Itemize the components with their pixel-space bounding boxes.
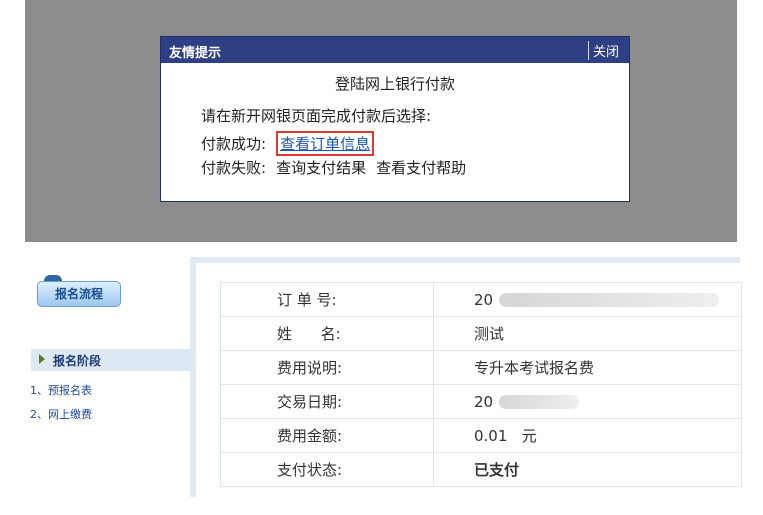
- dialog-title: 友情提示: [169, 46, 222, 61]
- order-info-table: 订 单 号: 20 姓 名: 测试 费用说明: 专升本考试报名费 交易日期: 2…: [220, 282, 742, 487]
- query-result-link[interactable]: 查询支付结果: [276, 159, 366, 177]
- dialog-instruction: 请在新开网银页面完成付款后选择:: [201, 107, 432, 125]
- name-label: 姓 名:: [220, 316, 434, 351]
- redacted-blur: [499, 395, 580, 409]
- table-row: 支付状态: 已支付: [220, 452, 742, 487]
- registration-flow-button[interactable]: 报名流程: [37, 281, 121, 307]
- fee-amount-value: 0.01 元: [433, 418, 742, 453]
- success-row: 付款成功: 查看订单信息: [201, 131, 375, 156]
- order-number-value: 20: [433, 282, 742, 317]
- highlight-box: 查看订单信息: [276, 131, 375, 156]
- arrow-right-icon: [39, 354, 45, 364]
- table-row: 姓 名: 测试: [220, 316, 742, 351]
- fee-description-value: 专升本考试报名费: [433, 350, 742, 385]
- transaction-date-value: 20: [433, 384, 742, 419]
- stage-label: 报名阶段: [53, 354, 102, 368]
- table-row: 订 单 号: 20: [220, 282, 742, 317]
- fee-description-label: 费用说明:: [220, 350, 434, 385]
- redacted-blur: [499, 293, 720, 307]
- table-row: 费用金额: 0.01 元: [220, 418, 742, 453]
- stage-header: 报名阶段: [31, 349, 193, 371]
- payment-status-value: 已支付: [433, 452, 742, 487]
- table-row: 费用说明: 专升本考试报名费: [220, 350, 742, 385]
- fee-amount-label: 费用金额:: [220, 418, 434, 453]
- name-value: 测试: [433, 316, 742, 351]
- fail-label: 付款失败:: [201, 159, 267, 177]
- payment-status-label: 支付状态:: [220, 452, 434, 487]
- close-button[interactable]: 关闭: [587, 41, 619, 60]
- transaction-date-label: 交易日期:: [220, 384, 434, 419]
- fail-row: 付款失败: 查询支付结果 查看支付帮助: [201, 157, 466, 178]
- success-label: 付款成功:: [201, 135, 267, 153]
- view-order-link[interactable]: 查看订单信息: [280, 135, 370, 153]
- dialog-heading: 登陆网上银行付款: [334, 75, 455, 93]
- payment-dialog: 友情提示 关闭 登陆网上银行付款 请在新开网银页面完成付款后选择: 付款成功: 查…: [160, 36, 630, 202]
- table-row: 交易日期: 20: [220, 384, 742, 419]
- sidebar-item-pre-registration[interactable]: 1、预报名表: [30, 382, 92, 398]
- content-top-border: [190, 257, 740, 263]
- payment-help-link[interactable]: 查看支付帮助: [376, 159, 466, 177]
- order-number-label: 订 单 号:: [220, 282, 434, 317]
- content-left-border: [190, 257, 196, 497]
- sidebar-item-online-payment[interactable]: 2、网上缴费: [30, 406, 92, 422]
- dialog-title-bar: 友情提示 关闭: [161, 37, 629, 63]
